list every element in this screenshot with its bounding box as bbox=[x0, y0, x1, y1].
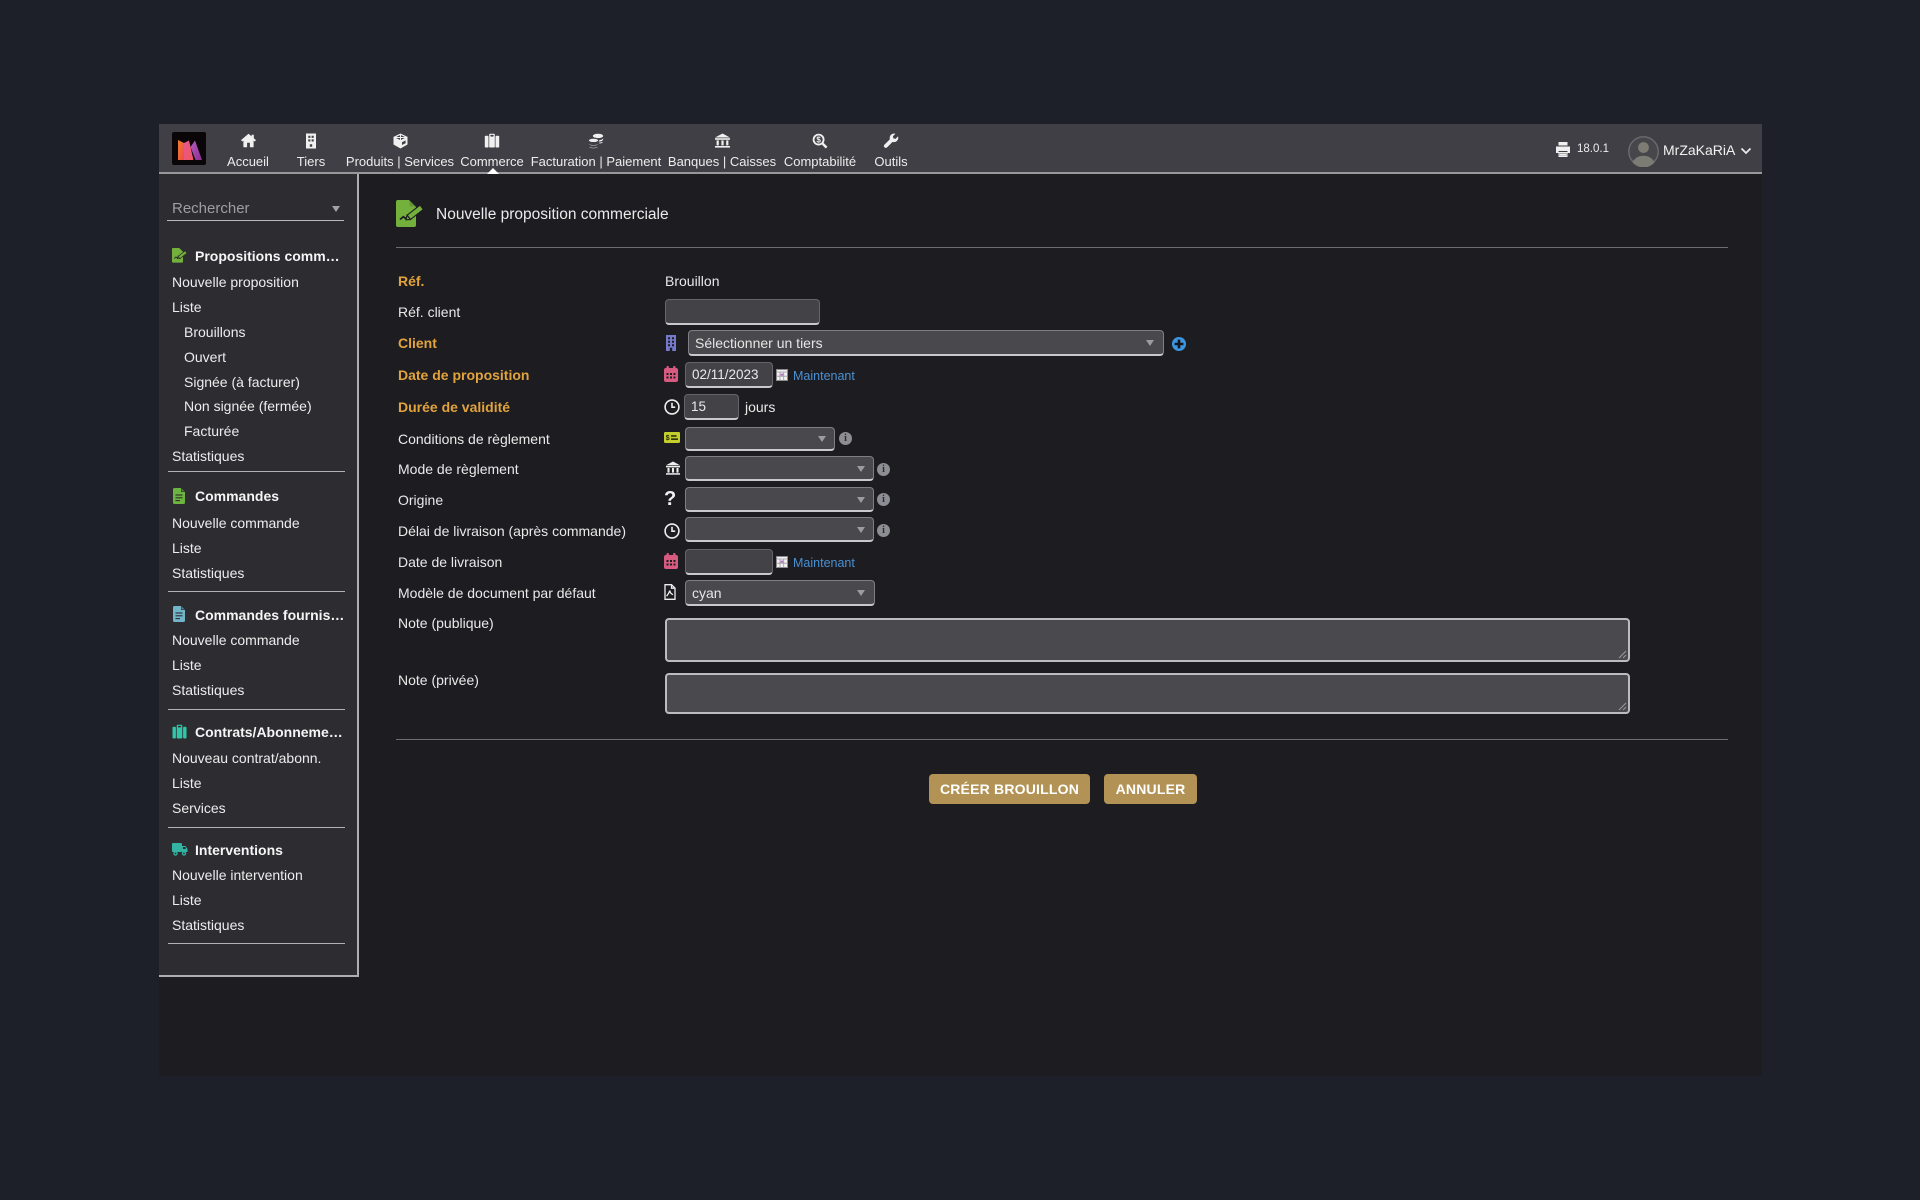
svg-text:$: $ bbox=[816, 135, 821, 144]
svg-text:$: $ bbox=[666, 435, 670, 442]
